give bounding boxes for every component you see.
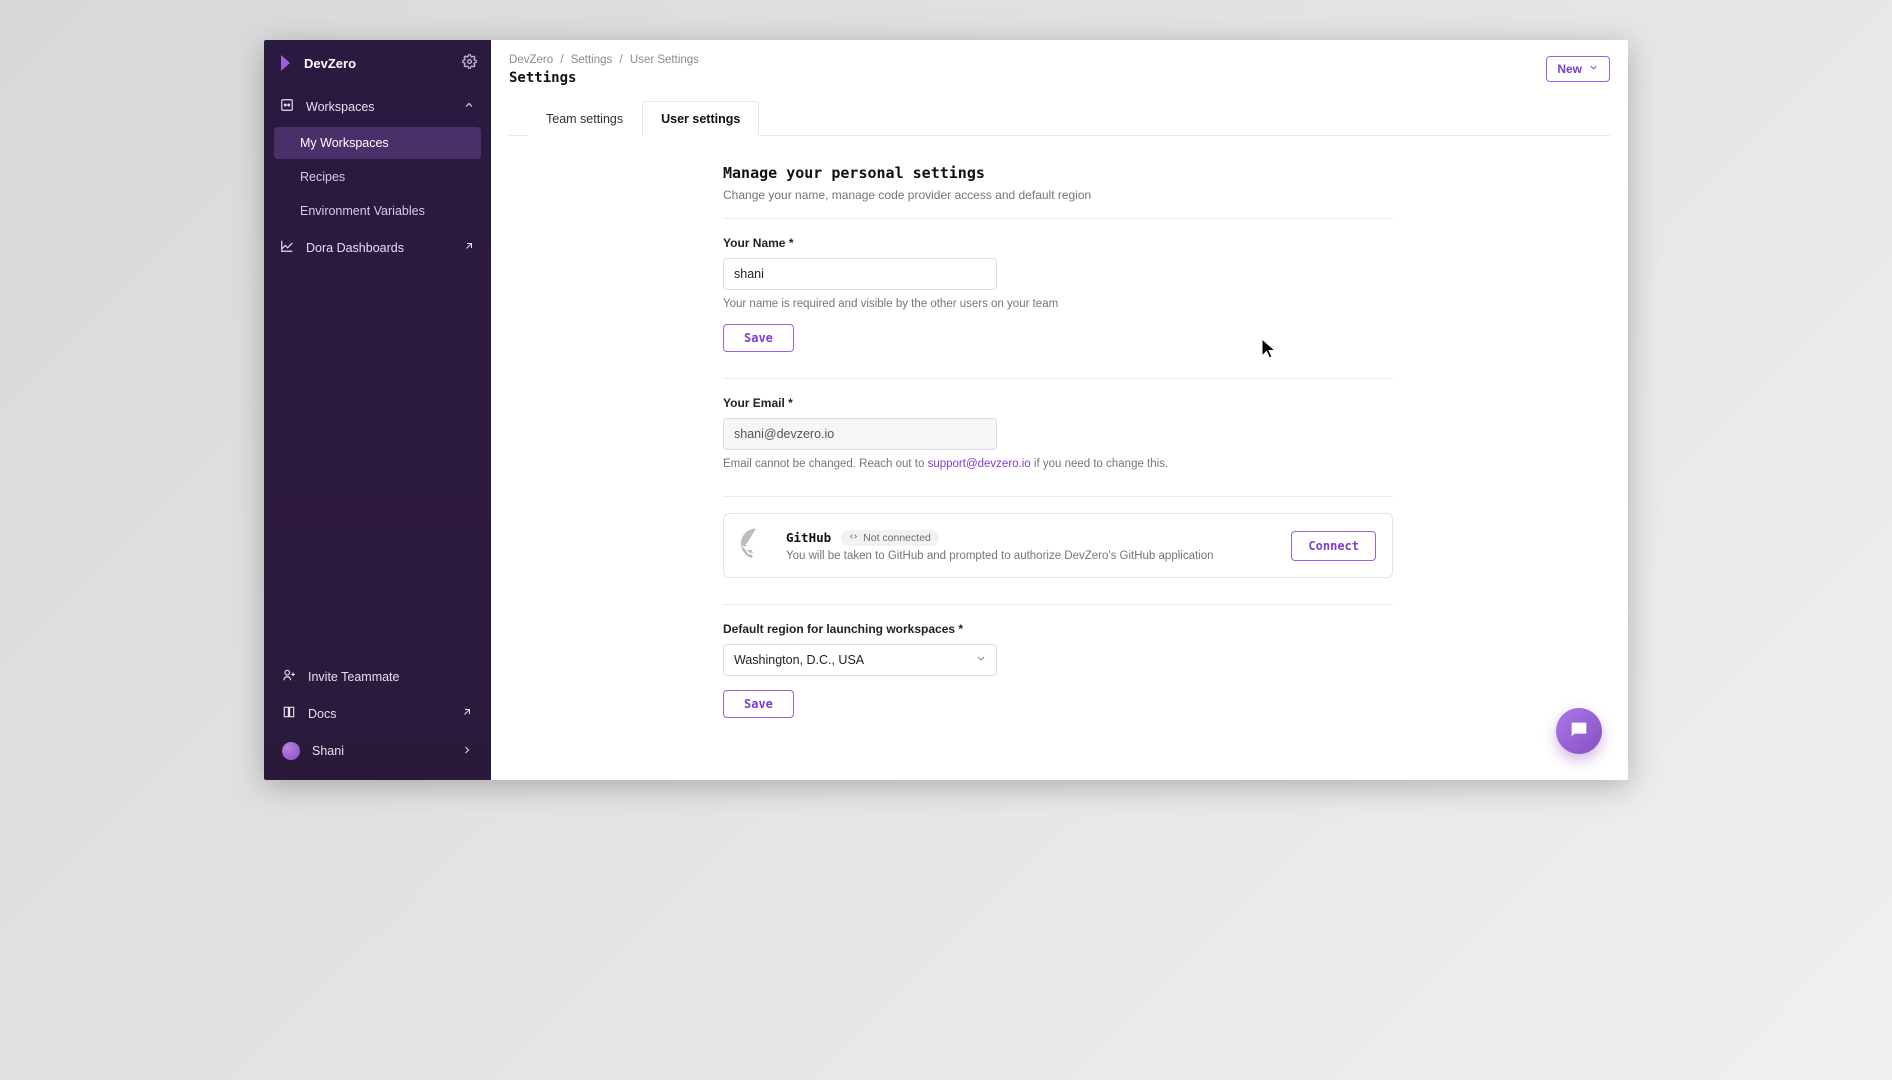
breadcrumb-link[interactable]: Settings [571,54,613,66]
email-label: Your Email * [723,396,793,410]
brand-mark-icon [278,54,294,72]
sidebar-item-label: My Workspaces [300,136,389,150]
main-header: DevZero / Settings / User Settings Setti… [491,40,1628,136]
brand-logo[interactable]: DevZero [278,54,356,72]
region-label: Default region for launching workspaces … [723,622,963,636]
sidebar-section-workspaces[interactable]: Workspaces [270,88,485,125]
chat-icon [1568,719,1590,744]
app-window: DevZero Workspaces My Workspaces [264,40,1628,780]
sidebar-user-menu[interactable]: Shani [270,732,485,770]
email-helper: Email cannot be changed. Reach out to su… [723,458,1393,470]
chevron-right-icon [461,744,473,759]
name-label: Your Name * [723,236,793,250]
sidebar-user-label: Shani [312,744,344,758]
sidebar-item-my-workspaces[interactable]: My Workspaces [274,127,481,159]
divider [723,604,1393,605]
save-region-button[interactable]: Save [723,690,794,718]
divider [723,378,1393,379]
breadcrumb-sep: / [560,54,563,66]
required-marker: * [789,236,794,250]
region-select[interactable]: Washington, D.C., USA [723,644,997,676]
sidebar-nav: Workspaces My Workspaces Recipes Environ… [264,88,491,648]
breadcrumb: DevZero / Settings / User Settings [509,54,1610,66]
user-plus-icon [282,668,296,685]
sidebar-section-label: Workspaces [306,100,375,114]
name-helper: Your name is required and visible by the… [723,298,1393,310]
region-label-text: Default region for launching workspaces [723,622,955,636]
sidebar-item-environment-variables[interactable]: Environment Variables [274,195,481,227]
name-field-block: Your Name * Your name is required and vi… [723,235,1393,352]
email-input [723,418,997,450]
tabs: Team settings User settings [509,100,1610,136]
sidebar-invite-teammate[interactable]: Invite Teammate [270,658,485,695]
unlink-icon [849,532,858,544]
chart-icon [280,239,294,256]
email-field-block: Your Email * Email cannot be changed. Re… [723,395,1393,470]
github-connect-card: GitHub Not connected You will be taken t… [723,513,1393,578]
chevron-up-icon [463,99,475,114]
required-marker: * [958,622,963,636]
chevron-down-icon [1588,62,1599,76]
region-field-block: Default region for launching workspaces … [723,621,1393,718]
github-desc: You will be taken to GitHub and prompted… [786,550,1214,562]
tab-user-settings[interactable]: User settings [642,101,759,136]
sidebar-section-dashboards[interactable]: Dora Dashboards [270,229,485,266]
chat-fab[interactable] [1556,708,1602,754]
section-subtitle: Change your name, manage code provider a… [723,188,1393,202]
content-scroll[interactable]: Manage your personal settings Change you… [491,136,1628,780]
save-name-button[interactable]: Save [723,324,794,352]
sidebar-item-label: Recipes [300,170,345,184]
brand-name: DevZero [304,56,356,71]
tab-label: User settings [661,112,740,126]
book-icon [282,705,296,722]
page-title: Settings [509,70,1610,86]
sidebar-item-label: Environment Variables [300,204,425,218]
sidebar-item-recipes[interactable]: Recipes [274,161,481,193]
breadcrumb-sep: / [619,54,622,66]
settings-gear-icon[interactable] [462,54,477,72]
name-label-text: Your Name [723,236,785,250]
github-status-badge: Not connected [841,530,939,546]
external-link-icon [463,240,475,255]
github-badge-text: Not connected [863,532,931,544]
github-connect-button[interactable]: Connect [1291,531,1376,561]
new-button-label: New [1557,62,1582,76]
support-email-link[interactable]: support@devzero.io [928,458,1031,470]
tab-label: Team settings [546,112,623,126]
sidebar-header: DevZero [264,40,491,88]
sidebar-docs[interactable]: Docs [270,695,485,732]
email-label-text: Your Email [723,396,785,410]
user-avatar-icon [282,742,300,760]
divider [723,496,1393,497]
github-title: GitHub [786,530,831,545]
sidebar-footer: Invite Teammate Docs Shani [264,648,491,780]
email-helper-post: if you need to change this. [1031,458,1168,470]
email-helper-pre: Email cannot be changed. Reach out to [723,458,928,470]
breadcrumb-link[interactable]: User Settings [630,54,699,66]
external-link-icon [461,706,473,721]
tab-team-settings[interactable]: Team settings [527,101,642,136]
required-marker: * [788,396,793,410]
section-title: Manage your personal settings [723,164,1393,182]
sidebar-item-label: Invite Teammate [308,670,399,684]
breadcrumb-link[interactable]: DevZero [509,54,553,66]
workspaces-icon [280,98,294,115]
settings-panel: Manage your personal settings Change you… [723,164,1393,718]
main-content: DevZero / Settings / User Settings Setti… [491,40,1628,780]
new-button[interactable]: New [1546,56,1610,82]
sidebar: DevZero Workspaces My Workspaces [264,40,491,780]
divider [723,218,1393,219]
name-input[interactable] [723,258,997,290]
sidebar-item-label: Docs [308,707,336,721]
sidebar-section-label: Dora Dashboards [306,241,404,255]
github-icon [740,528,772,563]
